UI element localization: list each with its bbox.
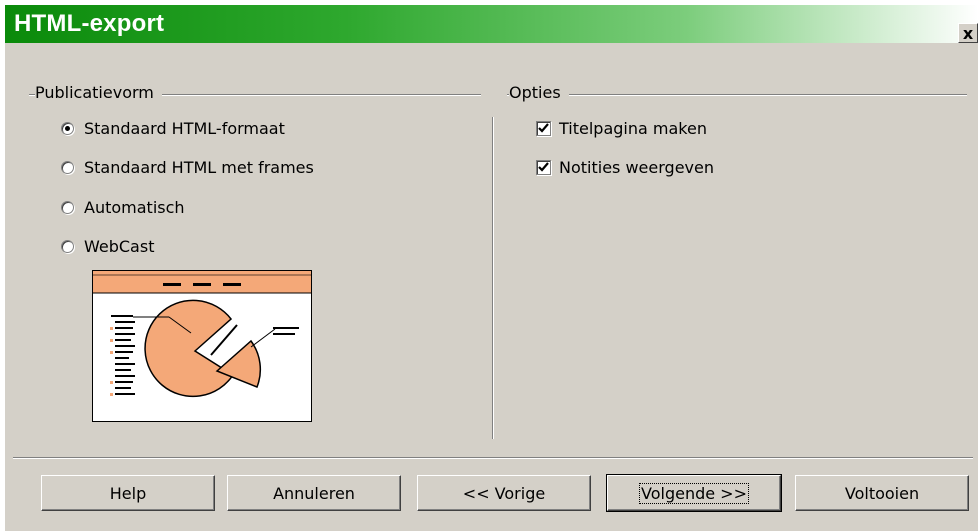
radio-html-frames[interactable]: Standaard HTML met frames (61, 155, 314, 179)
radio-automatic-button[interactable] (61, 200, 74, 214)
radio-standard-html[interactable]: Standaard HTML-formaat (61, 116, 285, 140)
radio-standard-html-button[interactable] (61, 121, 74, 135)
checkmark-icon (538, 122, 549, 133)
format-preview-image (92, 270, 312, 422)
previous-button-label: << Vorige (462, 483, 546, 503)
group-divider (492, 117, 494, 439)
radio-automatic-label: Automatisch (84, 197, 185, 217)
checkbox-show-notes-box[interactable] (536, 159, 551, 175)
next-button-label: Volgende >> (639, 482, 749, 504)
cancel-button-label: Annuleren (273, 483, 355, 503)
checkbox-show-notes-label: Notities weergeven (559, 157, 714, 177)
radio-html-frames-label: Standaard HTML met frames (84, 157, 314, 177)
checkbox-title-page-box[interactable] (536, 120, 551, 136)
previous-button[interactable]: << Vorige (417, 475, 591, 511)
radio-standard-html-label: Standaard HTML-formaat (84, 118, 285, 138)
radio-webcast-button[interactable] (61, 239, 74, 253)
button-bar-separator (13, 457, 973, 459)
checkbox-title-page-label: Titelpagina maken (559, 118, 707, 138)
close-button[interactable]: x (958, 23, 978, 43)
close-icon: x (962, 23, 974, 43)
help-button[interactable]: Help (41, 475, 215, 511)
options-group-line (507, 94, 967, 96)
publication-group-title: Publicatievorm (35, 83, 162, 102)
finish-button[interactable]: Voltooien (795, 475, 969, 511)
checkbox-title-page[interactable]: Titelpagina maken (536, 116, 707, 140)
radio-html-frames-button[interactable] (61, 160, 74, 174)
presentation-preview-icon (93, 271, 311, 398)
next-button[interactable]: Volgende >> (606, 474, 782, 512)
cancel-button[interactable]: Annuleren (227, 475, 401, 511)
help-button-label: Help (109, 483, 147, 503)
radio-automatic[interactable]: Automatisch (61, 195, 185, 219)
finish-button-label: Voltooien (844, 483, 920, 503)
html-export-dialog: HTML-export x Publicatievorm Standaard H… (4, 4, 978, 531)
title-bar[interactable]: HTML-export x (5, 5, 978, 43)
checkbox-show-notes[interactable]: Notities weergeven (536, 155, 714, 179)
options-group-title: Opties (509, 83, 569, 102)
radio-webcast-label: WebCast (84, 236, 155, 256)
checkmark-icon (538, 161, 549, 172)
radio-webcast[interactable]: WebCast (61, 234, 154, 258)
window-title: HTML-export (14, 10, 165, 37)
